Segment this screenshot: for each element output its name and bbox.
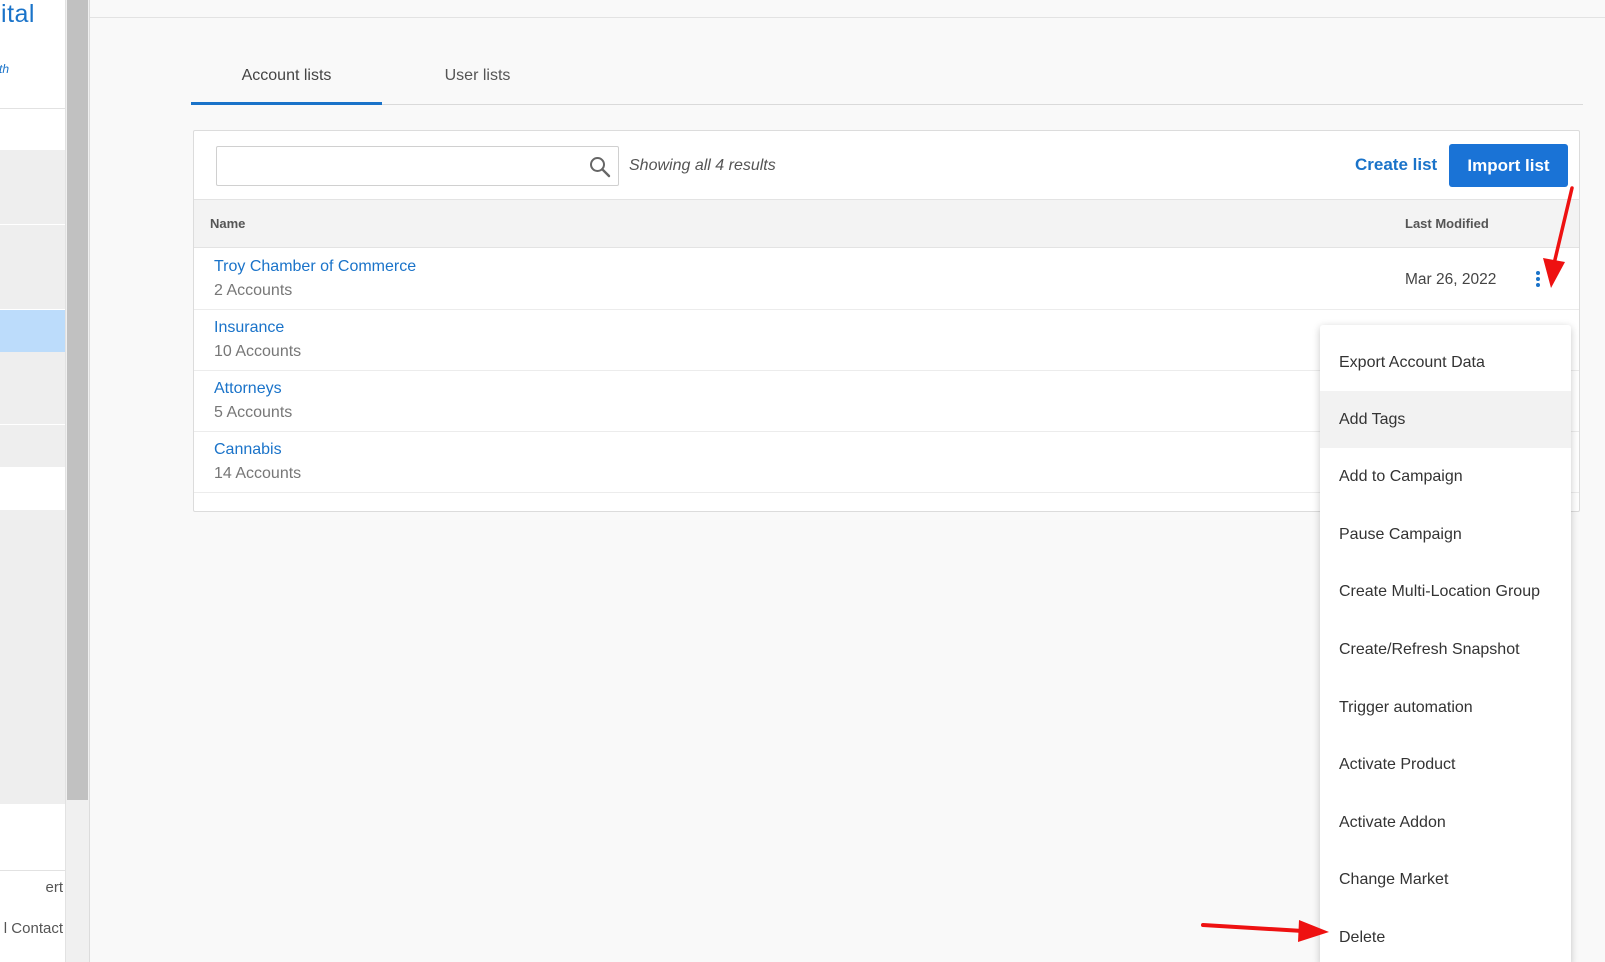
search-box <box>216 146 619 186</box>
sidebar-item[interactable] <box>0 225 65 309</box>
menu-item-change-market[interactable]: Change Market <box>1320 851 1571 908</box>
table-header: Name Last Modified <box>194 199 1579 248</box>
menu-item-trigger-automation[interactable]: Trigger automation <box>1320 679 1571 736</box>
menu-item-create-refresh-snapshot[interactable]: Create/Refresh Snapshot <box>1320 621 1571 678</box>
brand-tagline: th <box>0 62 9 76</box>
list-account-count: 5 Accounts <box>214 404 293 421</box>
row-actions-menu: Export Account Data Add Tags Add to Camp… <box>1320 325 1571 962</box>
sidebar-item[interactable] <box>0 510 65 804</box>
menu-item-export-account-data[interactable]: Export Account Data <box>1320 334 1571 391</box>
sidebar-divider <box>0 870 65 871</box>
last-modified-date: Mar 26, 2022 <box>1405 271 1497 288</box>
tab-user-lists[interactable]: User lists <box>382 56 573 105</box>
annotation-arrow-icon <box>1201 920 1329 942</box>
scrollbar-thumb[interactable] <box>67 0 88 800</box>
search-input[interactable] <box>227 147 577 183</box>
search-icon[interactable] <box>588 155 612 179</box>
brand-logo[interactable]: ital <box>1 0 35 29</box>
menu-item-delete[interactable]: Delete <box>1320 909 1571 962</box>
top-bar <box>90 0 1605 18</box>
sidebar-item-active[interactable] <box>0 310 65 352</box>
sidebar-item[interactable] <box>0 352 65 424</box>
tab-account-lists[interactable]: Account lists <box>191 56 382 105</box>
list-name-link[interactable]: Insurance <box>214 319 284 337</box>
sidebar: ital th ert l Contact <box>0 0 66 962</box>
column-header-last-modified[interactable]: Last Modified <box>1405 216 1489 231</box>
menu-item-activate-product[interactable]: Activate Product <box>1320 736 1571 793</box>
menu-item-pause-campaign[interactable]: Pause Campaign <box>1320 506 1571 563</box>
sidebar-item[interactable] <box>0 150 65 224</box>
menu-item-add-to-campaign[interactable]: Add to Campaign <box>1320 448 1571 505</box>
results-count: Showing all 4 results <box>629 157 776 174</box>
list-account-count: 14 Accounts <box>214 465 302 482</box>
sidebar-scrollbar[interactable] <box>66 0 90 962</box>
sidebar-item[interactable] <box>0 425 65 467</box>
list-name-link[interactable]: Attorneys <box>214 380 282 398</box>
column-header-name[interactable]: Name <box>210 216 245 231</box>
list-account-count: 10 Accounts <box>214 343 302 360</box>
list-name-link[interactable]: Cannabis <box>214 441 282 459</box>
sidebar-item-alert[interactable]: ert <box>45 879 63 896</box>
sidebar-divider <box>0 108 65 109</box>
annotation-arrow-icon <box>1543 186 1574 288</box>
menu-item-activate-addon[interactable]: Activate Addon <box>1320 794 1571 851</box>
list-account-count: 2 Accounts <box>214 282 293 299</box>
list-tabs: Account lists User lists <box>191 56 1583 105</box>
menu-item-create-multi-location-group[interactable]: Create Multi-Location Group <box>1320 563 1571 620</box>
table-row: Troy Chamber of Commerce 2 Accounts Mar … <box>194 249 1579 310</box>
list-name-link[interactable]: Troy Chamber of Commerce <box>214 258 416 276</box>
menu-item-add-tags[interactable]: Add Tags <box>1320 391 1571 448</box>
create-list-button[interactable]: Create list <box>1355 155 1437 175</box>
sidebar-item-contact[interactable]: l Contact <box>4 920 63 937</box>
